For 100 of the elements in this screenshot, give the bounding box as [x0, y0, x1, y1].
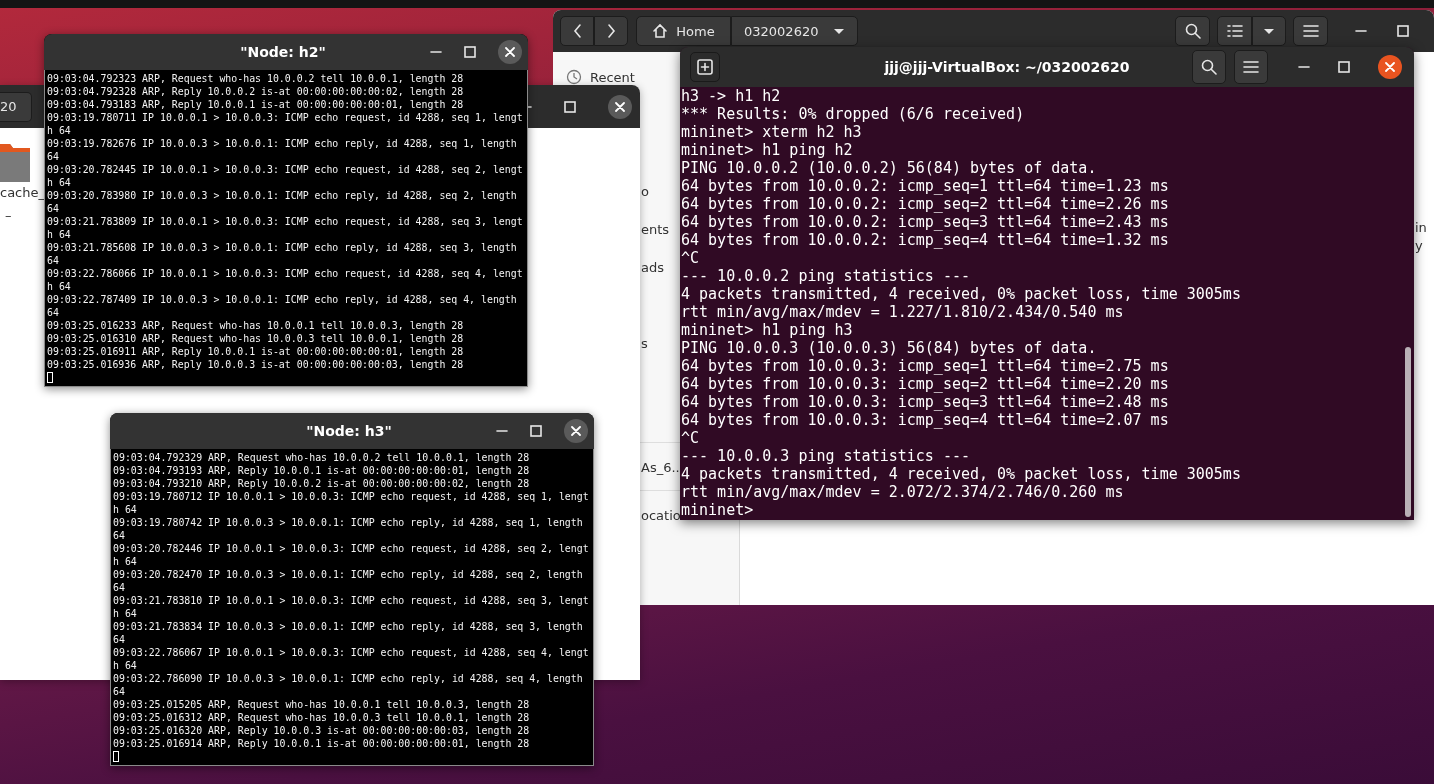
- output-line: 09:03:25.016911 ARP, Reply 10.0.0.1 is-at 00:00:00:00:00:01, length 28: [47, 345, 465, 358]
- maximize-button[interactable]: [1397, 25, 1409, 37]
- output-line: h 64: [113, 503, 138, 516]
- cursor: [113, 751, 119, 762]
- output-line: rtt min/avg/max/mdev = 1.227/1.810/2.434/0.540 ms: [681, 303, 1125, 321]
- output-line: 09:03:25.016914 ARP, Reply 10.0.0.1 is-at 00:00:00:00:00:01, length 28: [113, 737, 531, 750]
- close-icon: [571, 426, 581, 436]
- output-line: 64 bytes from 10.0.0.2: icmp_seq=2 ttl=64 time=2.26 ms: [681, 195, 1170, 213]
- maximize-button[interactable]: [1338, 61, 1350, 73]
- output-line: 09:03:20.782445 IP 10.0.0.1 > 10.0.0.3: ICMP echo request, id 4288, seq 2, lengt: [47, 163, 524, 176]
- output-line: h 64: [113, 659, 138, 672]
- view-menu-icon: [1263, 27, 1275, 35]
- back-button[interactable]: [560, 16, 594, 46]
- sidebar-item[interactable]: ads: [641, 248, 664, 286]
- output-line: 09:03:04.793193 ARP, Reply 10.0.0.1 is-at 00:00:00:00:00:01, length 28: [113, 464, 531, 477]
- search-icon: [1184, 23, 1201, 39]
- new-tab-icon: [697, 59, 713, 75]
- view-button[interactable]: [1217, 16, 1252, 46]
- maximize-button[interactable]: [464, 46, 476, 58]
- output-line: 64: [113, 685, 126, 698]
- close-icon: [505, 47, 515, 57]
- forward-button[interactable]: [594, 16, 628, 46]
- output-line: 64: [47, 150, 60, 163]
- caret-icon: [833, 27, 845, 35]
- sidebar-item[interactable]: s: [641, 324, 648, 362]
- close-icon: [1385, 62, 1395, 72]
- output-line: 09:03:04.792329 ARP, Request who-has 10.0.0.2 tell 10.0.0.1, length 28: [113, 451, 531, 464]
- view-menu-button[interactable]: [1252, 16, 1286, 46]
- output-line: rtt min/avg/max/mdev = 2.072/2.374/2.746/0.260 ms: [681, 483, 1125, 501]
- output-line: PING 10.0.0.2 (10.0.0.2) 56(84) bytes of data.: [681, 159, 1098, 177]
- path-button[interactable]: Home: [636, 16, 731, 46]
- output-line: 09:03:21.783834 IP 10.0.0.3 > 10.0.0.1: ICMP echo reply, id 4288, seq 3, length: [113, 620, 584, 633]
- output-line: mininet> h1 ping h3: [681, 321, 854, 339]
- output-line: 09:03:25.016312 ARP, Request who-has 10.0.0.3 tell 10.0.0.1, length 28: [113, 711, 531, 724]
- output-line: 09:03:25.016233 ARP, Request who-has 10.0.0.1 tell 10.0.0.3, length 28: [47, 319, 465, 332]
- close-button[interactable]: [1378, 55, 1402, 79]
- output-line: PING 10.0.0.3 (10.0.0.3) 56(84) bytes of data.: [681, 339, 1098, 357]
- sidebar-item[interactable]: ents: [641, 210, 670, 248]
- menu-icon: [1243, 60, 1259, 74]
- output-line: h 64: [47, 280, 72, 293]
- output-line: 4 packets transmitted, 4 received, 0% packet loss, time 3005ms: [681, 285, 1242, 303]
- output-line: 09:03:25.016310 ARP, Request who-has 10.0.0.3 tell 10.0.0.1, length 28: [47, 332, 465, 345]
- output-line: ^C: [681, 429, 701, 447]
- sidebar-item[interactable]: As_6..: [641, 448, 680, 486]
- output-line: 64 bytes from 10.0.0.3: icmp_seq=2 ttl=64 time=2.20 ms: [681, 375, 1170, 393]
- file-name[interactable]: in: [1415, 219, 1427, 237]
- search-button[interactable]: [1192, 50, 1226, 84]
- output-line: 09:03:19.782676 IP 10.0.0.3 > 10.0.0.1: ICMP echo reply, id 4288, seq 1, length: [47, 137, 518, 150]
- close-button[interactable]: [498, 40, 522, 64]
- output-line: *** Results: 0% dropped (6/6 received): [681, 105, 1026, 123]
- menu-button[interactable]: [1234, 50, 1268, 84]
- output-line: 09:03:04.793183 ARP, Reply 10.0.0.1 is-at 00:00:00:00:00:01, length 28: [47, 98, 465, 111]
- close-button[interactable]: [608, 94, 632, 119]
- close-icon: [615, 101, 625, 112]
- new-tab-button[interactable]: [690, 52, 720, 82]
- output-line: --- 10.0.0.2 ping statistics ---: [681, 267, 971, 285]
- path-button[interactable]: 032002620: [731, 16, 858, 46]
- output-line: 64 bytes from 10.0.0.3: icmp_seq=3 ttl=64 time=2.48 ms: [681, 393, 1170, 411]
- search-button[interactable]: [1175, 16, 1210, 46]
- output-line: 09:03:22.786090 IP 10.0.0.3 > 10.0.0.1: ICMP echo reply, id 4288, seq 4, length: [113, 672, 584, 685]
- file-name[interactable]: cache_: [0, 185, 45, 200]
- output-line: h3 -> h1 h2: [681, 87, 782, 105]
- maximize-button[interactable]: [564, 100, 576, 113]
- sidebar-item[interactable]: o: [641, 172, 649, 210]
- output-line: ^C: [681, 249, 701, 267]
- path-button[interactable]: 20: [0, 91, 32, 122]
- menu-icon: [1302, 24, 1319, 38]
- file-detail: –: [5, 208, 12, 223]
- output-line: 09:03:19.780712 IP 10.0.0.1 > 10.0.0.3: ICMP echo request, id 4288, seq 1, lengt: [113, 490, 590, 503]
- output-line: 09:03:25.016320 ARP, Reply 10.0.0.3 is-at 00:00:00:00:00:03, length 28: [113, 724, 531, 737]
- maximize-button[interactable]: [530, 425, 542, 437]
- output-line: mininet> xterm h2 h3: [681, 123, 863, 141]
- output-line: 4 packets transmitted, 4 received, 0% packet loss, time 3005ms: [681, 465, 1242, 483]
- output-line: 64: [47, 254, 60, 267]
- output-line: 09:03:19.780711 IP 10.0.0.1 > 10.0.0.3: ICMP echo request, id 4288, seq 1, lengt: [47, 111, 524, 124]
- output-line: 64: [113, 529, 126, 542]
- output-line: 09:03:21.785608 IP 10.0.0.3 > 10.0.0.1: ICMP echo reply, id 4288, seq 3, length: [47, 241, 518, 254]
- output-line: 64: [113, 581, 126, 594]
- output-line: 09:03:20.782446 IP 10.0.0.1 > 10.0.0.3: ICMP echo request, id 4288, seq 2, lengt: [113, 542, 590, 555]
- output-line: 09:03:22.786066 IP 10.0.0.1 > 10.0.0.3: ICMP echo request, id 4288, seq 4, lengt: [47, 267, 524, 280]
- sidebar-item[interactable]: Recent: [590, 69, 635, 85]
- menu-button[interactable]: [1293, 16, 1328, 46]
- search-icon: [1201, 59, 1217, 75]
- scrollbar-thumb[interactable]: [1405, 347, 1411, 517]
- output-line: 09:03:20.782470 IP 10.0.0.3 > 10.0.0.1: ICMP echo reply, id 4288, seq 2, length: [113, 568, 584, 581]
- close-button[interactable]: [564, 419, 588, 443]
- output-line: 64 bytes from 10.0.0.2: icmp_seq=3 ttl=64 time=2.43 ms: [681, 213, 1170, 231]
- output-line: 09:03:04.792323 ARP, Request who-has 10.0.0.2 tell 10.0.0.1, length 28: [47, 72, 465, 85]
- output-line: --- 10.0.0.3 ping statistics ---: [681, 447, 971, 465]
- output-line: 09:03:04.793210 ARP, Reply 10.0.0.2 is-at 00:00:00:00:00:02, length 28: [113, 477, 531, 490]
- output-line: h 64: [113, 607, 138, 620]
- output-line: 64 bytes from 10.0.0.3: icmp_seq=1 ttl=64 time=2.75 ms: [681, 357, 1170, 375]
- window-title: jjj@jjj-VirtualBox: ~/032002620: [883, 59, 1131, 75]
- home-icon: [652, 23, 669, 39]
- output-line: 64 bytes from 10.0.0.3: icmp_seq=4 ttl=64 time=2.07 ms: [681, 411, 1170, 429]
- output-line: 09:03:04.792328 ARP, Reply 10.0.0.2 is-at 00:00:00:00:00:02, length 28: [47, 85, 465, 98]
- output-line: 09:03:25.015205 ARP, Request who-has 10.0.0.1 tell 10.0.0.3, length 28: [113, 698, 531, 711]
- file-name[interactable]: y: [1415, 237, 1423, 255]
- output-line: 09:03:19.780742 IP 10.0.0.3 > 10.0.0.1: ICMP echo reply, id 4288, seq 1, length: [113, 516, 584, 529]
- window-title: "Node: h2": [239, 44, 327, 60]
